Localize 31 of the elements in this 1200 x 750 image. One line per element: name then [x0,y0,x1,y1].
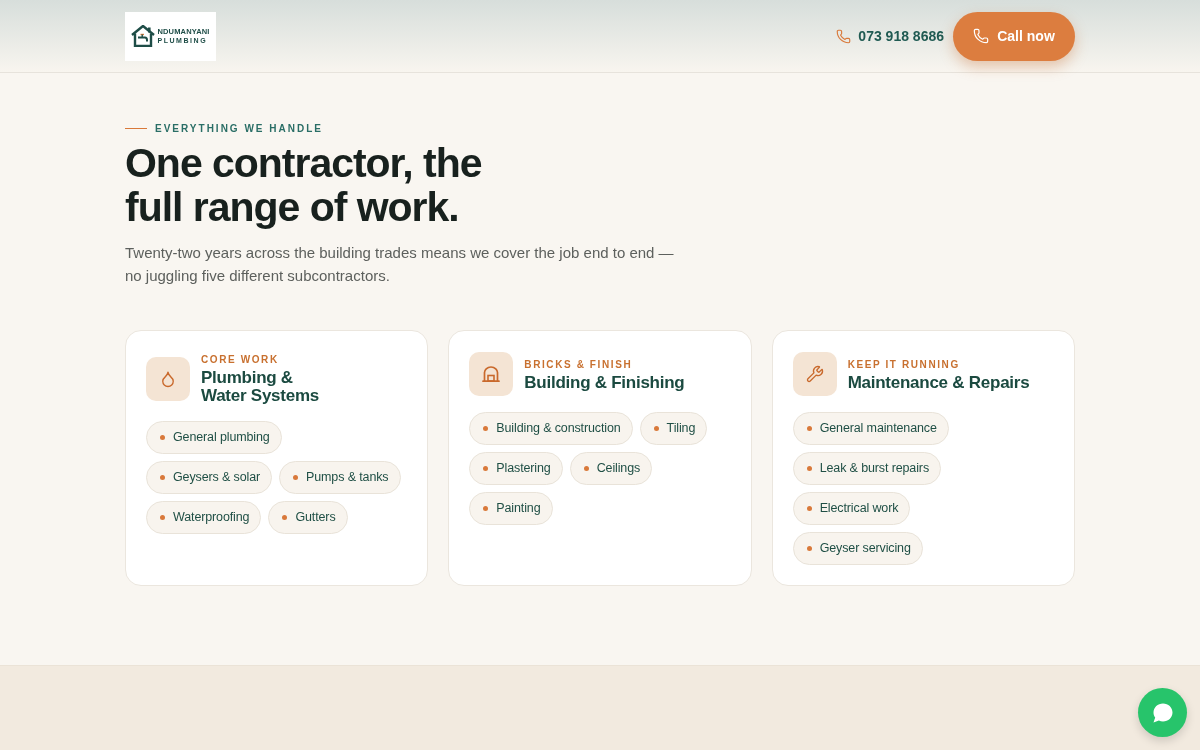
service-label: Painting [496,500,541,518]
house-icon [469,352,514,396]
section-eyebrow: EVERYTHING WE HANDLE [155,122,323,136]
house-logo-icon [131,25,156,47]
service-label: Geysers & solar [173,469,261,487]
card-eyebrow: CORE WORK [201,353,279,367]
card-title: Building & Finishing [524,373,686,392]
service-label: Geyser servicing [819,540,911,558]
drop-icon [146,356,190,401]
card-eyebrow: KEEP IT RUNNING [847,357,960,372]
speech-bubble-icon [1151,701,1174,724]
service-label: Tiling [666,420,696,438]
section-intro: Twenty-two years across the building trades means we cover the job end to end — no juggling five different subcontractors. [125,243,675,286]
card-title: Plumbing & Water Systems [201,369,320,405]
card-eyebrow: BRICKS & FINISH [524,357,633,372]
phone-icon [973,28,990,44]
phone-link[interactable]: 073 918 8686 [836,25,944,47]
service-label: Gutters [295,509,336,527]
service-label: Electrical work [819,500,899,518]
wrench-icon [792,352,837,396]
service-label: Pumps & tanks [306,469,389,487]
service-label: General maintenance [819,420,937,438]
section-heading: One contractor, the full range of work. [125,141,482,229]
service-label: Plastering [496,460,551,478]
phone-icon [836,28,852,44]
service-label: General plumbing [173,429,270,447]
card-title: Maintenance & Repairs [847,373,1031,392]
service-label: Building & construction [496,420,621,438]
service-label: Ceilings [596,460,641,478]
service-label: Leak & burst repairs [819,460,929,478]
service-label: Waterproofing [173,509,250,527]
